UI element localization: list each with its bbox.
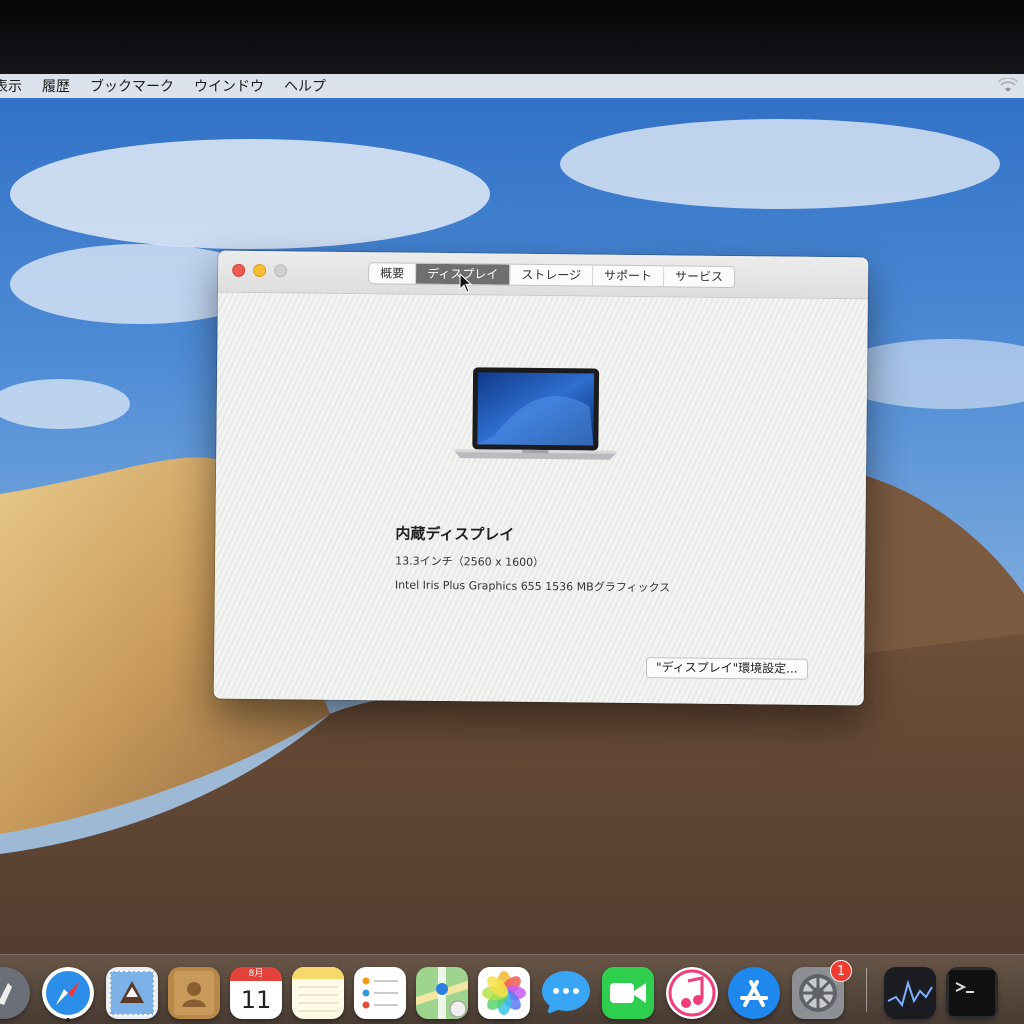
reminders-icon[interactable] bbox=[354, 967, 406, 1019]
wifi-icon[interactable] bbox=[998, 78, 1018, 94]
calendar-day: 11 bbox=[230, 981, 282, 1019]
zoom-button[interactable] bbox=[274, 264, 288, 278]
display-pane: 内蔵ディスプレイ 13.3インチ（2560 x 1600） Intel Iris… bbox=[213, 292, 868, 706]
dock-separator bbox=[866, 968, 867, 1012]
graphics-info: Intel Iris Plus Graphics 655 1536 MBグラフィ… bbox=[394, 578, 671, 595]
running-indicator bbox=[66, 1018, 70, 1022]
tab-service[interactable]: サービス bbox=[664, 266, 734, 287]
system-preferences-badge: 1 bbox=[830, 960, 852, 982]
minimize-button[interactable] bbox=[253, 263, 267, 278]
facetime-icon[interactable] bbox=[602, 967, 654, 1019]
menu-bookmarks[interactable]: ブックマーク bbox=[80, 76, 184, 96]
tab-bar: 概要 ディスプレイ ストレージ サポート サービス bbox=[368, 262, 736, 289]
itunes-icon[interactable] bbox=[666, 967, 718, 1019]
window-titlebar: 概要 ディスプレイ ストレージ サポート サービス bbox=[217, 250, 869, 300]
safari-icon[interactable] bbox=[42, 967, 94, 1019]
about-this-mac-window: 概要 ディスプレイ ストレージ サポート サービス 内蔵ディスプレイ 13.3イ… bbox=[213, 250, 869, 706]
menu-window[interactable]: ウインドウ bbox=[184, 76, 274, 96]
display-name: 内蔵ディスプレイ bbox=[395, 524, 515, 544]
calendar-month: 8月 bbox=[230, 967, 282, 981]
tab-storage[interactable]: ストレージ bbox=[510, 264, 594, 286]
messages-icon[interactable] bbox=[540, 967, 592, 1019]
close-button[interactable] bbox=[232, 263, 246, 277]
photos-icon[interactable] bbox=[478, 967, 530, 1019]
mail-icon[interactable] bbox=[106, 967, 158, 1019]
menu-history[interactable]: 履歴 bbox=[32, 76, 80, 96]
launchpad-icon[interactable] bbox=[0, 967, 30, 1019]
macbook-display-icon bbox=[454, 367, 617, 460]
dock: 8月 11 bbox=[0, 954, 1024, 1024]
screen-bezel bbox=[0, 0, 1024, 74]
tab-overview[interactable]: 概要 bbox=[369, 263, 417, 284]
desktop: 表示 履歴 ブックマーク ウインドウ ヘルプ 概要 ディスプレイ ストレージ サ… bbox=[0, 74, 1024, 1024]
calendar-icon[interactable]: 8月 11 bbox=[230, 967, 282, 1019]
maps-icon[interactable] bbox=[416, 967, 468, 1019]
menu-bar: 表示 履歴 ブックマーク ウインドウ ヘルプ bbox=[0, 74, 1024, 98]
app-store-icon[interactable] bbox=[728, 967, 780, 1019]
menu-view[interactable]: 表示 bbox=[0, 76, 32, 96]
mouse-pointer-icon bbox=[459, 273, 473, 293]
display-size: 13.3インチ（2560 x 1600） bbox=[395, 554, 545, 570]
terminal-icon[interactable] bbox=[946, 967, 998, 1019]
contacts-icon[interactable] bbox=[168, 967, 220, 1019]
notes-icon[interactable] bbox=[292, 967, 344, 1019]
menu-help[interactable]: ヘルプ bbox=[274, 76, 336, 96]
tab-support[interactable]: サポート bbox=[592, 265, 665, 287]
activity-monitor-icon[interactable] bbox=[884, 967, 936, 1019]
display-preferences-button[interactable]: "ディスプレイ"環境設定... bbox=[645, 657, 808, 680]
